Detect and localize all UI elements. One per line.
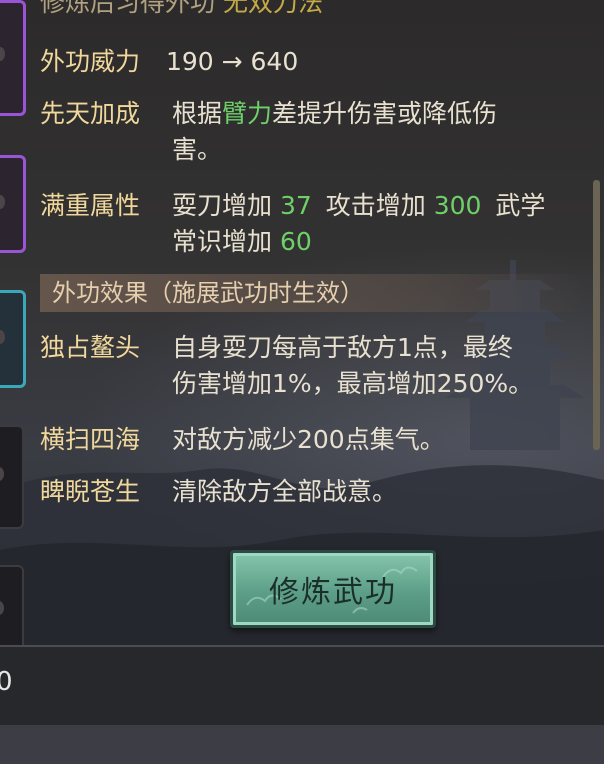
full-attr-v1: 37 [279, 191, 312, 220]
effect-name: 独占鳌头 [40, 333, 141, 362]
effect-name: 睥睨苍生 [40, 477, 141, 506]
full-attr-line2-prefix: 常识增加 [172, 227, 273, 256]
full-attr-p3: 武学 [495, 191, 546, 220]
skill-slot-5[interactable] [0, 565, 24, 645]
footer-strip [0, 725, 604, 764]
scrollbar[interactable] [593, 180, 600, 450]
full-attr-label: 满重属性 [40, 191, 141, 220]
stat-row-power: 外功威力 190 → 640 [40, 44, 298, 80]
effect-2-description: 对敌方减少200点集气。 [172, 422, 592, 458]
effect-3-description: 清除敌方全部战意。 [172, 474, 592, 510]
full-attr-p1: 耍刀增加 [172, 191, 273, 220]
slot-icon [0, 467, 4, 481]
slot-icon [0, 47, 5, 61]
skill-slot-2[interactable] [0, 155, 26, 253]
learned-skill-name: 无双刀法 [222, 0, 323, 17]
bottom-value-field[interactable]: 0 [0, 667, 13, 697]
skill-slot-4[interactable] [0, 425, 24, 529]
effect-2-label-row: 横扫四海 [40, 422, 140, 458]
skill-slot-strip [0, 0, 26, 645]
bonus-text-line2: 害。 [172, 135, 223, 164]
bonus-text-before: 根据 [172, 99, 223, 128]
full-attr-description: 耍刀增加 37 攻击增加 300 武学 常识增加 60 [172, 188, 592, 260]
full-attr-v3: 60 [279, 227, 312, 256]
slot-icon [0, 194, 5, 209]
section-header-effects: 外功效果（施展武功时生效） [40, 274, 588, 312]
skill-detail-panel: 修炼后习得外功 无双刀法 外功威力 190 → 640 先天加成 根据臂力差提升… [0, 0, 604, 645]
effect-line1: 清除敌方全部战意。 [172, 477, 398, 506]
full-attr-v2: 300 [433, 191, 482, 220]
effect-line1: 自身耍刀每高于敌方1点，最终 [172, 333, 513, 362]
bonus-attr: 臂力 [222, 99, 273, 128]
train-skill-button[interactable]: 修炼武功 [230, 550, 436, 628]
effect-name: 横扫四海 [40, 425, 141, 454]
stat-label: 外功威力 [40, 47, 141, 76]
effect-line1: 对敌方减少200点集气。 [172, 425, 445, 454]
effect-1-label-row: 独占鳌头 [40, 330, 140, 366]
slot-icon [0, 329, 5, 344]
effect-3-label-row: 睥睨苍生 [40, 474, 140, 510]
slot-icon [0, 601, 4, 615]
bottom-input-bar: 0 [0, 645, 604, 725]
effect-1-description: 自身耍刀每高于敌方1点，最终 伤害增加1%，最高增加250%。 [172, 330, 592, 402]
bonus-text-after: 差提升伤害或降低伤 [272, 99, 498, 128]
train-skill-label: 修炼武功 [269, 575, 397, 610]
divider [0, 645, 604, 647]
learned-skill-line: 修炼后习得外功 无双刀法 [40, 0, 323, 18]
learned-skill-prefix: 修炼后习得外功 [40, 0, 216, 17]
stat-value: 190 → 640 [165, 47, 299, 76]
bonus-label: 先天加成 [40, 99, 141, 128]
full-attr-label-row: 满重属性 [40, 188, 140, 224]
skill-slot-3[interactable] [0, 290, 26, 388]
bonus-label-row: 先天加成 [40, 96, 140, 132]
effect-line2: 伤害增加1%，最高增加250%。 [172, 369, 534, 398]
full-attr-p2: 攻击增加 [325, 191, 426, 220]
skill-slot-1[interactable] [0, 0, 26, 116]
bonus-description: 根据臂力差提升伤害或降低伤 害。 [172, 96, 592, 168]
section-title: 外功效果（施展武功时生效） [52, 279, 364, 307]
